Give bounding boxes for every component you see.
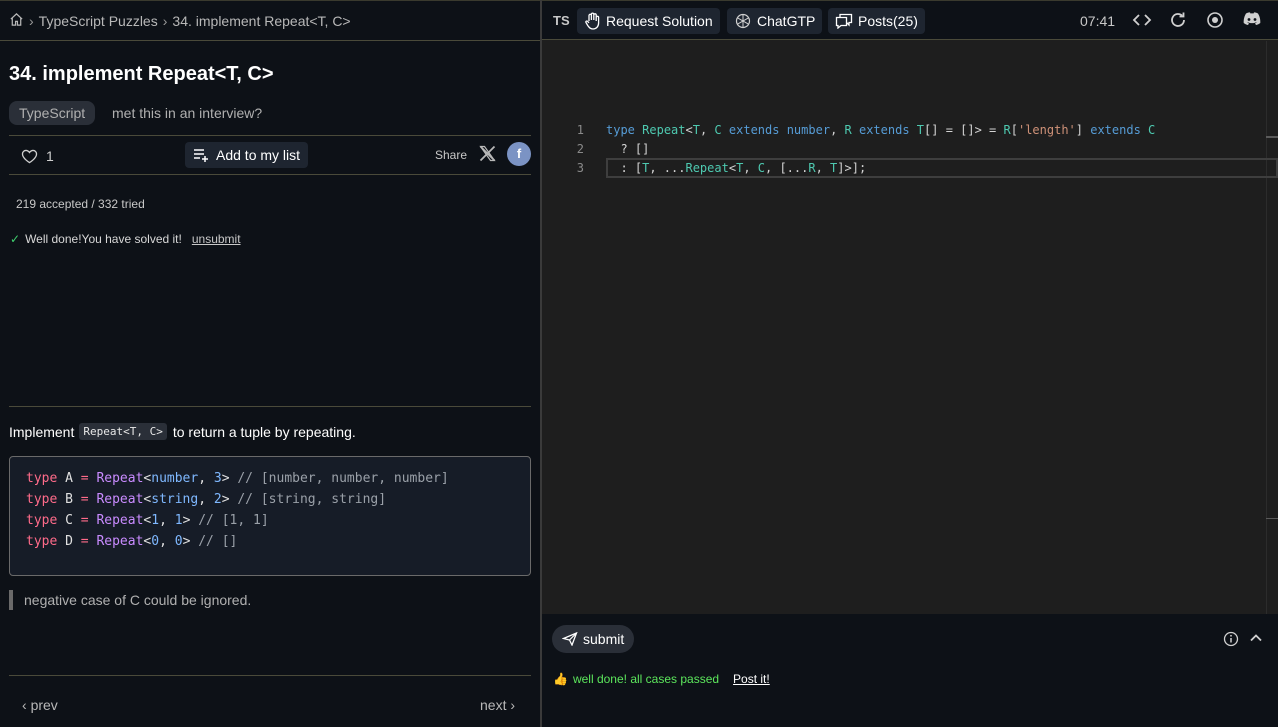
problem-pane: › TypeScript Puzzles › 34. implement Rep… xyxy=(0,0,540,727)
submit-button[interactable]: submit xyxy=(552,625,635,653)
action-bar: 1 Add to my list Share f xyxy=(9,135,531,175)
discord-icon[interactable] xyxy=(1242,11,1262,32)
check-icon: ✓ xyxy=(10,232,21,246)
unsubmit-link[interactable]: unsubmit xyxy=(192,232,241,246)
timer: 07:41 xyxy=(1080,13,1116,29)
chevron-right-icon: › xyxy=(29,12,34,29)
thumbs-up-icon: 👍 xyxy=(553,672,568,686)
chevron-right-icon: › xyxy=(162,12,168,29)
result-text: well done! all cases passed xyxy=(572,672,720,686)
posts-button[interactable]: Posts(25) xyxy=(828,8,925,34)
post-it-link[interactable]: Post it! xyxy=(733,672,770,686)
editor-scrollbar-track xyxy=(1266,41,1267,614)
chevron-right-icon: › xyxy=(506,697,516,713)
share-label: Share xyxy=(435,148,468,162)
divider xyxy=(9,675,531,676)
code-line-3[interactable]: : [T, ...Repeat<T, C, [...R, T]>]; xyxy=(606,161,866,175)
editor-toolbar: TS Request Solution ChatGTP Posts(25) 07… xyxy=(542,0,1278,40)
reset-icon[interactable] xyxy=(1169,11,1187,34)
note-blockquote: negative case of C could be ignored. xyxy=(9,590,251,610)
code-format-icon[interactable] xyxy=(1132,11,1152,34)
example-line-3: type C = Repeat<1, 1> // [1, 1] xyxy=(26,513,269,528)
x-twitter-icon[interactable] xyxy=(479,145,496,167)
record-icon[interactable] xyxy=(1206,11,1224,34)
heart-icon xyxy=(21,149,38,163)
hand-icon xyxy=(585,12,600,30)
openai-icon xyxy=(735,13,751,29)
overview-ruler-mark xyxy=(1266,518,1278,519)
facebook-icon[interactable]: f xyxy=(507,142,531,166)
chat-bubbles-icon xyxy=(835,13,853,29)
chevron-left-icon: ‹ xyxy=(22,697,31,713)
overview-ruler-mark xyxy=(1266,136,1278,138)
chatgtp-label: ChatGTP xyxy=(757,13,816,29)
submit-panel: submit 👍 well done! all cases passed Pos… xyxy=(542,614,1278,727)
next-button[interactable]: next › xyxy=(480,697,515,713)
info-icon[interactable] xyxy=(1223,631,1239,652)
send-icon xyxy=(562,632,578,646)
submit-label: submit xyxy=(583,631,625,647)
breadcrumb: › TypeScript Puzzles › 34. implement Rep… xyxy=(0,1,540,41)
solved-status: ✓ Well done!You have solved it! unsubmit xyxy=(10,232,241,246)
playlist-add-icon xyxy=(194,149,208,162)
language-label: TS xyxy=(553,13,570,28)
code-line-2[interactable]: ? [] xyxy=(606,142,649,156)
example-line-4: type D = Repeat<0, 0> // [] xyxy=(26,534,238,549)
home-icon[interactable] xyxy=(9,12,24,30)
editor-pane: TS Request Solution ChatGTP Posts(25) 07… xyxy=(542,0,1278,727)
line-number: 3 xyxy=(576,161,584,175)
posts-label: Posts(25) xyxy=(858,13,918,29)
divider xyxy=(9,406,531,407)
page-title: 34. implement Repeat<T, C> xyxy=(9,63,274,85)
tag-typescript[interactable]: TypeScript xyxy=(9,101,96,125)
example-code-block: type A = Repeat<number, 3> // [number, n… xyxy=(9,456,531,576)
code-editor[interactable]: 1 2 3 type Repeat<T, C extends number, R… xyxy=(542,41,1278,614)
breadcrumb-current: 34. implement Repeat<T, C> xyxy=(172,12,351,29)
solved-message: Well done!You have solved it! xyxy=(25,232,182,246)
breadcrumb-section[interactable]: TypeScript Puzzles xyxy=(39,13,158,29)
chevron-up-icon[interactable] xyxy=(1249,631,1263,650)
interview-link[interactable]: met this in an interview? xyxy=(112,105,262,121)
result-message: 👍 well done! all cases passed Post it! xyxy=(553,672,770,686)
request-solution-label: Request Solution xyxy=(606,13,713,29)
next-label: next xyxy=(480,697,507,713)
add-to-list-label: Add to my list xyxy=(216,147,301,163)
chatgtp-button[interactable]: ChatGTP xyxy=(727,8,823,34)
example-line-2: type B = Repeat<string, 2> // [string, s… xyxy=(26,492,387,507)
description-text-start: Implement xyxy=(9,423,75,440)
like-count: 1 xyxy=(46,148,54,164)
prev-button[interactable]: ‹ prev xyxy=(22,697,58,713)
example-line-1: type A = Repeat<number, 3> // [number, n… xyxy=(26,471,449,486)
line-number: 2 xyxy=(576,142,584,156)
request-solution-button[interactable]: Request Solution xyxy=(577,8,720,34)
like-button[interactable]: 1 xyxy=(21,148,54,164)
add-to-list-button[interactable]: Add to my list xyxy=(185,142,309,168)
code-line-1[interactable]: type Repeat<T, C extends number, R exten… xyxy=(606,123,1155,137)
line-number: 1 xyxy=(576,123,584,137)
acceptance-stats: 219 accepted / 332 tried xyxy=(16,197,145,211)
prev-label: prev xyxy=(30,697,58,713)
description-text-end: to return a tuple by repeating. xyxy=(172,423,356,440)
problem-description: Implement Repeat<T, C> to return a tuple… xyxy=(9,423,356,440)
inline-code: Repeat<T, C> xyxy=(79,423,167,440)
